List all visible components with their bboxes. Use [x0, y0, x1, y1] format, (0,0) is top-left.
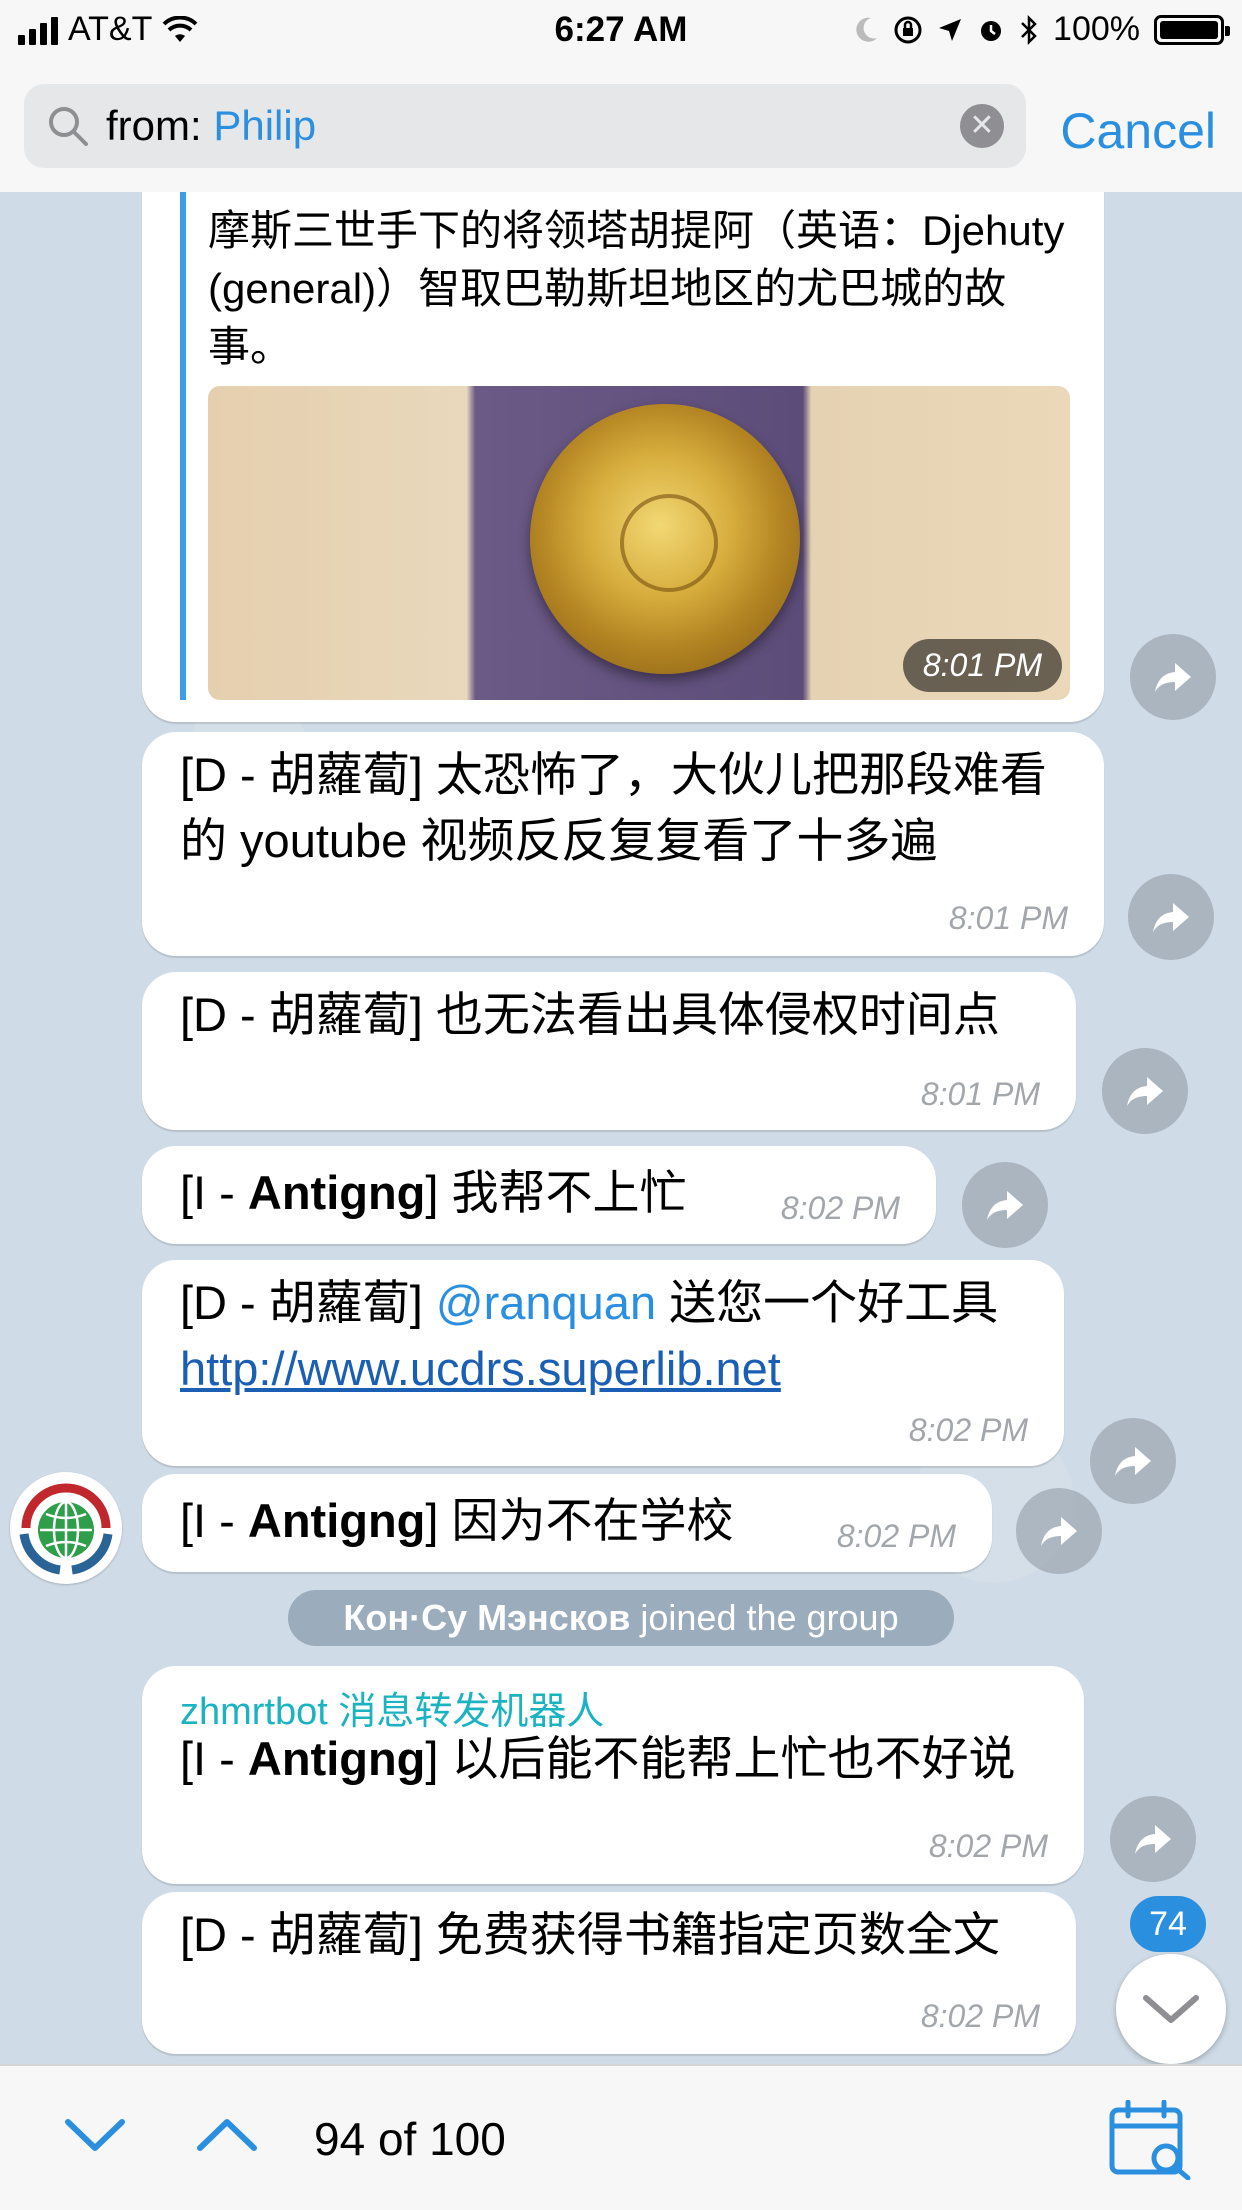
search-icon [49, 107, 88, 146]
chevron-down-icon [1143, 1995, 1199, 2023]
search-prefix: from: [106, 102, 202, 149]
message-tag-open: [I - [180, 1494, 248, 1547]
message-time: 8:02 PM [780, 1190, 900, 1226]
message-tag-open: [I - [180, 1732, 248, 1785]
message-time: 8:02 PM [920, 1998, 1040, 2034]
message-text: [I - Antigng] 我帮不上忙 [180, 1160, 687, 1226]
message-photo[interactable]: 8:01 PM [208, 386, 1070, 700]
message-bubble[interactable]: [D - 胡蘿蔔] 也无法看出具体侵权时间点 8:01 PM [142, 972, 1076, 1130]
system-message: Кон·Су Мэнсков joined the group [288, 1590, 954, 1646]
forward-icon [987, 1191, 1023, 1220]
message-tag: [D - 胡蘿蔔] [180, 988, 423, 1041]
chevron-down-icon[interactable] [62, 2108, 128, 2162]
message-bubble[interactable]: zhmrtbot 消息转发机器人 [I - Antigng] 以后能不能帮上忙也… [142, 1666, 1084, 1884]
message-tag: [D - 胡蘿蔔] [180, 1276, 423, 1329]
search-input[interactable]: from: Philip ✕ [24, 84, 1026, 168]
message-tag: [D - 胡蘿蔔] [180, 1908, 423, 1961]
chat-area[interactable]: 摩斯三世手下的将领塔胡提阿（英语：Djehuty (general)）智取巴勒斯… [0, 192, 1242, 2064]
forward-button[interactable] [1130, 634, 1216, 720]
wikimedia-logo-icon [19, 1483, 113, 1575]
message-time: 8:02 PM [836, 1518, 956, 1554]
message-tag-name: Antigng [247, 1166, 426, 1219]
gold-plate-image [530, 404, 800, 674]
forward-icon [1115, 1447, 1151, 1476]
status-bar: AT&T 6:27 AM 100% [0, 0, 1242, 62]
url-link[interactable]: http://www.ucdrs.superlib.net [180, 1342, 781, 1395]
message-text: [I - Antigng] 因为不在学校 [180, 1488, 734, 1554]
quote-bar [180, 192, 186, 700]
search-navigation-bar: 94 of 100 [0, 2064, 1242, 2210]
message-body: 因为不在学校 [438, 1494, 734, 1547]
result-counter: 94 of 100 [314, 2113, 506, 2165]
lock-rotation-icon [894, 16, 922, 43]
message-body: 我帮不上忙 [438, 1166, 687, 1219]
alarm-icon [981, 20, 1002, 41]
message-body: 送您一个好工具 [656, 1276, 999, 1329]
avatar[interactable] [10, 1472, 122, 1584]
message-time: 8:02 PM [908, 1412, 1028, 1448]
message-tag-close: ] [425, 1494, 439, 1547]
forward-button[interactable] [1090, 1418, 1176, 1504]
message-text: [D - 胡蘿蔔] @ranquan 送您一个好工具 http://www.uc… [180, 1270, 1040, 1402]
message-tag-name: Antigng [247, 1732, 426, 1785]
forward-button[interactable] [1128, 874, 1214, 960]
message-text: [D - 胡蘿蔔] 也无法看出具体侵权时间点 [180, 982, 1050, 1048]
message-tag-name: Antigng [247, 1494, 426, 1547]
forward-icon [1127, 1077, 1163, 1106]
search-query: from: Philip [106, 102, 316, 150]
joined-user-name: Кон·Су Мэнсков [343, 1597, 631, 1638]
scroll-down-button[interactable] [1116, 1954, 1226, 2064]
message-body: 以后能不能帮上忙也不好说 [438, 1732, 1016, 1785]
mention-link[interactable]: @ranquan [436, 1276, 656, 1329]
search-header: from: Philip ✕ Cancel [0, 62, 1242, 194]
forward-icon [1041, 1517, 1077, 1546]
message-bubble[interactable]: [D - 胡蘿蔔] @ranquan 送您一个好工具 http://www.uc… [142, 1260, 1064, 1466]
location-icon [939, 18, 962, 41]
forward-icon [1155, 663, 1191, 692]
cancel-button[interactable]: Cancel [1060, 102, 1216, 160]
message-time: 8:01 PM [902, 639, 1062, 692]
message-tag: [D - 胡蘿蔔] [180, 748, 423, 801]
forward-button[interactable] [1102, 1048, 1188, 1134]
message-bubble[interactable]: [D - 胡蘿蔔] 太恐怖了，大伙儿把那段难看的 youtube 视频反反复复看… [142, 732, 1104, 956]
message-bubble[interactable]: [I - Antigng] 因为不在学校 8:02 PM [142, 1474, 992, 1572]
system-action: joined the group [630, 1597, 899, 1638]
message-tag-open: [I - [180, 1166, 248, 1219]
calendar-search-icon[interactable] [1108, 2100, 1192, 2180]
message-text: [I - Antigng] 以后能不能帮上忙也不好说 [180, 1726, 1060, 1792]
battery-label: 100% [1053, 10, 1140, 48]
forward-button[interactable] [962, 1162, 1048, 1248]
message-bubble[interactable]: [I - Antigng] 我帮不上忙 8:02 PM [142, 1146, 936, 1244]
battery-icon [1154, 14, 1230, 45]
forward-icon [1153, 903, 1189, 932]
message-time: 8:01 PM [948, 900, 1068, 936]
forward-icon [1135, 1825, 1171, 1854]
status-right: 100% [853, 10, 1230, 49]
quote-text: 摩斯三世手下的将领塔胡提阿（英语：Djehuty (general)）智取巴勒斯… [208, 207, 1065, 370]
message-bubble[interactable]: [D - 胡蘿蔔] 免费获得书籍指定页数全文 8:02 PM [142, 1892, 1076, 2054]
moon-icon [856, 17, 878, 42]
message-bubble-quoted[interactable]: 摩斯三世手下的将领塔胡提阿（英语：Djehuty (general)）智取巴勒斯… [142, 192, 1104, 722]
message-body: 免费获得书籍指定页数全文 [422, 1908, 1000, 1961]
message-tag-close: ] [425, 1166, 439, 1219]
message-text: [D - 胡蘿蔔] 太恐怖了，大伙儿把那段难看的 youtube 视频反反复复看… [180, 742, 1080, 874]
message-tag-close: ] [425, 1732, 439, 1785]
message-time: 8:01 PM [920, 1076, 1040, 1112]
unread-count-badge: 74 [1130, 1896, 1206, 1952]
chevron-up-icon[interactable] [194, 2108, 260, 2162]
message-body: 也无法看出具体侵权时间点 [422, 988, 1000, 1041]
search-value: Philip [213, 102, 317, 149]
bluetooth-icon [1021, 14, 1037, 45]
forward-button[interactable] [1016, 1488, 1102, 1574]
message-time: 8:02 PM [928, 1828, 1048, 1864]
message-text: [D - 胡蘿蔔] 免费获得书籍指定页数全文 [180, 1902, 1050, 1968]
forward-button[interactable] [1110, 1796, 1196, 1882]
clear-icon[interactable]: ✕ [960, 104, 1004, 148]
